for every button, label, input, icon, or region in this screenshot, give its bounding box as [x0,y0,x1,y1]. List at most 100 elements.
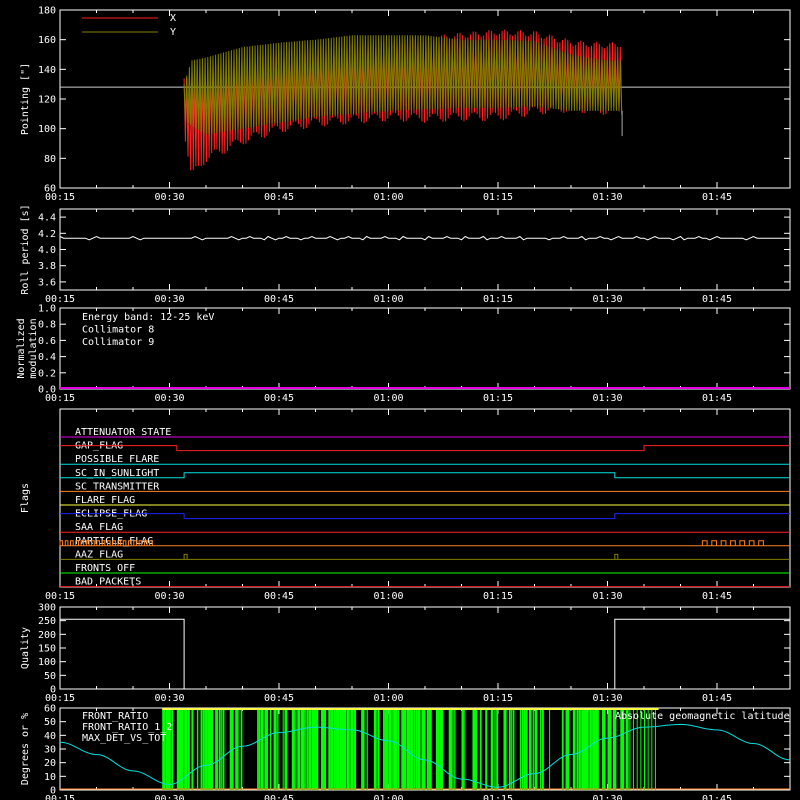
pointing-ytick-label: 180 [38,6,56,17]
geomag-front-ratio-bar [587,710,589,790]
flag-line-eclipse-flag [60,513,790,520]
geomag-front-ratio-bar [603,710,606,790]
flag-label-flare-flag: FLARE_FLAG [75,495,135,506]
geomag-front-ratio-bar [627,710,629,790]
geomag-front-ratio-bar [441,710,443,790]
geomag-front-ratio-bar [426,710,429,790]
geomag-front-ratio-bar [536,710,538,790]
roll-period-line [59,235,790,241]
flag-particle-toggles [59,540,764,546]
quality-xtick-label: 00:30 [154,693,184,704]
geomag-front-ratio-bar [313,710,316,790]
modulation-xtick-label: 01:15 [483,393,513,404]
roll-ytick-label: 4.4 [38,213,56,224]
geomag-front-ratio-bar [222,710,225,790]
geomag-front-ratio-bar [215,710,219,790]
geomag-front-ratio-bar [350,710,354,790]
geomag-front-ratio-bar [561,710,564,790]
geomag-front-ratio-bar [474,710,478,790]
flag-label-bad-packets: BAD_PACKETS [75,577,141,588]
geomag-front-ratio-bar [322,710,327,790]
pointing-xtick-label: 00:30 [154,192,184,203]
flags-xtick-label: 00:30 [154,591,184,602]
chart-svg: 00:15 00:30 00:45 01:00 01:15 01:30 01:45 Point… [16,6,791,800]
geomag-front-ratio-bar [390,710,392,790]
quality-ytick-label: 50 [44,671,56,682]
geomag-legend-label: FRONT_RATIO [82,711,148,722]
geomag-front-ratio-bar [614,710,617,790]
geomag-front-ratio-bar [585,710,588,790]
pointing-ylabel: Pointing ["] [20,63,31,135]
geomag-front-ratio-bar [494,710,496,790]
geomag-front-ratio-bar [284,710,288,790]
modulation-xtick-label: 00:45 [264,393,294,404]
flags-xtick-label: 01:15 [483,591,513,602]
geomag-front-ratio-bar [510,710,512,790]
modulation-ytick-label: 1.0 [38,304,56,315]
modulation-ytick-label: 0.6 [38,336,56,347]
quality-ytick-label: 0 [50,685,56,696]
modulation-xtick-label: 00:30 [154,393,184,404]
roll-ytick-label: 3.8 [38,261,56,272]
flags-xtick-label: 01:30 [592,591,622,602]
geomag-front-ratio-bar [541,710,544,790]
geomag-front-ratio-bar [266,710,269,790]
geomag-front-ratio-bar [633,710,635,790]
geomag-front-ratio-bar [479,710,482,790]
geomag-front-ratio-bar [576,710,579,790]
geomag-xtick-label: 00:45 [264,794,294,800]
geomag-front-ratio-bar [202,710,205,790]
geomag-front-ratio-bar [240,710,243,790]
geomag-legend-label: MAX_DET_VS_TOT [82,733,166,744]
pointing-ytick-label: 80 [44,154,56,165]
roll-ytick-label: 3.6 [38,277,56,288]
pointing-ytick-label: 100 [38,124,56,135]
geomag-front-ratio-bar [430,710,432,790]
geomag-front-ratio-bar [395,710,397,790]
quality-xtick-label: 01:30 [592,693,622,704]
geomag-front-ratio-bar [373,710,377,790]
geomag-front-ratio-bar [428,710,431,790]
geomag-xtick-label: 01:45 [702,794,732,800]
quality-ytick-label: 250 [38,616,56,627]
geomag-front-ratio-bar [187,710,190,790]
geomag-front-ratio-bar [346,710,350,790]
geomag-front-ratio-bar [293,710,295,790]
rhessi-quicklook-chart: 00:15 00:30 00:45 01:00 01:15 01:30 01:45 Point… [0,0,800,800]
geomag-front-ratio-bar [317,710,319,790]
flags-xtick-label: 00:45 [264,591,294,602]
geomag-ytick-label: 10 [44,772,56,783]
geomag-front-ratio-bar [235,710,238,790]
geomag-front-ratio-bar [277,710,279,790]
flags-ylabel: Flags [20,483,31,513]
roll-xtick-label: 01:30 [592,294,622,305]
geomag-ytick-label: 0 [50,786,56,797]
geomag-front-ratio-bar [397,710,400,790]
geomag-front-ratio-bar [377,710,380,790]
geomag-front-ratio-bar [306,710,308,790]
geomag-front-ratio-bar [211,710,214,790]
geomag-front-ratio-bar [437,710,440,790]
geomag-front-ratio-bar [361,710,365,790]
geomag-front-ratio-bar [200,710,203,790]
roll-ylabel: Roll period [s] [20,204,31,294]
geomag-front-ratio-bar [525,710,528,790]
roll-xtick-label: 00:30 [154,294,184,305]
geomag-front-ratio-bar [578,710,581,790]
geomag-xtick-label: 01:30 [592,794,622,800]
quality-ytick-label: 300 [38,603,56,614]
geomag-front-ratio-bar [257,710,259,790]
modulation-ytick-label: 0.2 [38,368,56,379]
modulation-ytick-label: 0.0 [38,385,56,396]
flags-xtick-label: 00:15 [45,591,75,602]
geomag-front-ratio-bars [162,710,656,790]
geomag-xtick-label: 00:30 [154,794,184,800]
geomag-front-ratio-bar [419,710,421,790]
geomag-front-ratio-bar [529,710,532,790]
geomag-front-ratio-bar [218,710,221,790]
flag-line-gap-flag [60,445,790,452]
geomag-front-ratio-bar [415,710,418,790]
geomag-front-ratio-bar [410,710,414,790]
geomag-front-ratio-bar [549,710,551,790]
geomag-xtick-label: 01:15 [483,794,513,800]
